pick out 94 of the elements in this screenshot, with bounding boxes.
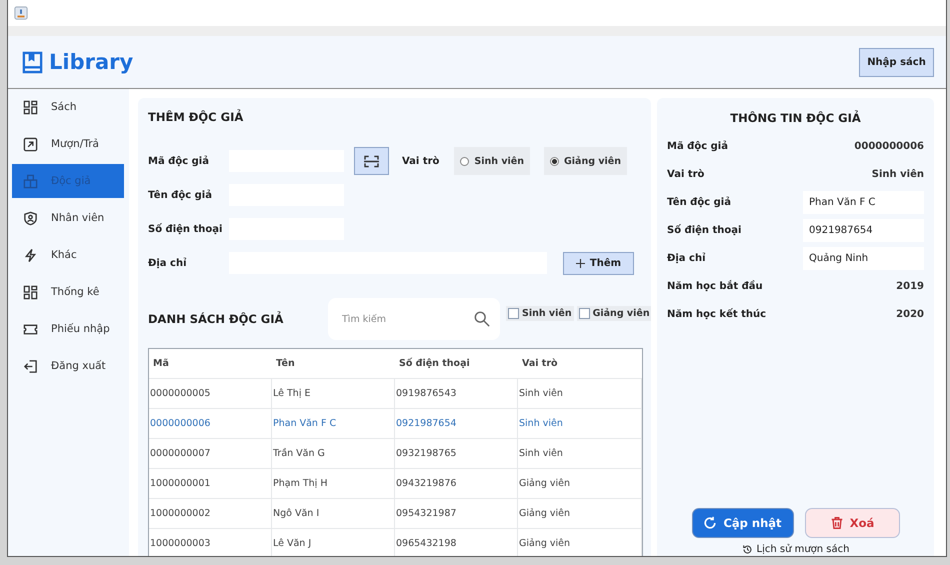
table-row[interactable]: 1000000001 Phạm Thị H 0943219876 Giảng viên bbox=[149, 469, 642, 499]
field-label: Địa chỉ bbox=[148, 258, 188, 268]
sidebar-item[interactable]: Nhân viên bbox=[12, 201, 124, 235]
field-label: Tên độc giả bbox=[148, 190, 213, 200]
table-cell: 0919876543 bbox=[395, 379, 518, 408]
table-cell: Sinh viên bbox=[518, 409, 642, 438]
grid-icon bbox=[23, 100, 38, 114]
table-row[interactable]: 0000000007 Trần Văn G 0932198765 Sinh viên bbox=[149, 439, 642, 469]
table-cell: Lê Thị E bbox=[272, 379, 395, 408]
table-cell: 1000000003 bbox=[149, 529, 272, 556]
info-label: Mã độc giả bbox=[667, 140, 728, 152]
info-value: 2019 bbox=[896, 280, 924, 292]
column-header: Tên bbox=[275, 357, 296, 371]
table-row[interactable]: 1000000002 Ngô Văn I 0954321987 Giảng viên bbox=[149, 499, 642, 529]
shield-person-icon bbox=[23, 210, 38, 226]
table-cell: 0921987654 bbox=[395, 409, 518, 438]
role-radio[interactable]: Giảng viên bbox=[544, 147, 627, 175]
table-cell: Trần Văn G bbox=[272, 439, 395, 468]
app-icon bbox=[14, 6, 28, 20]
refresh-icon bbox=[703, 516, 718, 530]
grid-icon bbox=[23, 284, 38, 300]
history-icon bbox=[742, 544, 752, 554]
field-label: Số điện thoại bbox=[148, 224, 224, 234]
input-field[interactable]: Quảng Ninh bbox=[803, 246, 924, 270]
table-row[interactable]: 0000000006 Phan Văn F C 0921987654 Sinh viên bbox=[149, 409, 642, 439]
book-icon bbox=[21, 50, 44, 74]
input-field[interactable]: 0921987654 bbox=[803, 218, 924, 242]
input-field[interactable]: Phan Văn F C bbox=[803, 190, 924, 214]
table-cell: 0932198765 bbox=[395, 439, 518, 468]
scan-button[interactable] bbox=[354, 147, 389, 175]
field-label: Mã độc giả bbox=[148, 156, 210, 166]
plus-icon bbox=[576, 258, 585, 268]
table-cell: Sinh viên bbox=[518, 439, 642, 468]
table-cell: Giảng viên bbox=[518, 499, 642, 528]
column-header: Mã bbox=[152, 357, 170, 371]
info-label: Vai trò bbox=[667, 168, 704, 180]
table-cell: 0965432198 bbox=[395, 529, 518, 556]
search-icon bbox=[474, 311, 490, 327]
info-title: THÔNG TIN ĐỘC GIẢ bbox=[729, 111, 862, 125]
info-label: Địa chỉ bbox=[667, 252, 706, 264]
sidebar-item[interactable]: Mượn/Trả bbox=[12, 127, 124, 161]
table-cell: Giảng viên bbox=[518, 529, 642, 556]
checkbox-label: Giảng viên bbox=[592, 308, 650, 318]
table-cell: 1000000001 bbox=[149, 469, 272, 498]
form-title: THÊM ĐỘC GIẢ bbox=[148, 110, 244, 124]
table-cell: Phan Văn F C bbox=[272, 409, 395, 438]
app-logo: Library bbox=[49, 50, 134, 74]
info-label: Tên độc giả bbox=[667, 196, 731, 208]
table-cell: 0000000005 bbox=[149, 379, 272, 408]
info-label: Năm học kết thúc bbox=[667, 308, 766, 320]
role-radio[interactable]: Sinh viên bbox=[454, 147, 530, 175]
info-value: 2020 bbox=[896, 308, 924, 320]
scan-icon bbox=[362, 154, 380, 168]
filter-checkbox[interactable]: Sinh viên bbox=[506, 306, 574, 320]
table-cell: 0954321987 bbox=[395, 499, 518, 528]
table-cell: Ngô Văn I bbox=[272, 499, 395, 528]
filter-checkbox[interactable]: Giảng viên bbox=[576, 306, 651, 320]
info-value: Sinh viên bbox=[872, 168, 924, 180]
history-link[interactable]: Lịch sử mượn sách bbox=[667, 543, 924, 556]
import-books-button[interactable]: Nhập sách bbox=[859, 48, 934, 76]
list-title: DANH SÁCH ĐỘC GIẢ bbox=[148, 312, 284, 326]
sidebar-item[interactable]: Sách bbox=[12, 90, 124, 124]
sidebar-item[interactable]: Thống kê bbox=[12, 275, 124, 309]
table-cell: Sinh viên bbox=[518, 379, 642, 408]
trash-icon bbox=[830, 516, 844, 530]
table-cell: 0000000007 bbox=[149, 439, 272, 468]
info-label: Số điện thoại bbox=[667, 224, 742, 236]
radio-label: Sinh viên bbox=[474, 156, 524, 166]
delete-button[interactable]: Xoá bbox=[804, 508, 900, 538]
update-button[interactable]: Cập nhật bbox=[692, 508, 794, 538]
ticket-icon bbox=[23, 322, 38, 336]
table-cell: Giảng viên bbox=[518, 469, 642, 498]
sidebar-item[interactable]: Phiếu nhập bbox=[12, 312, 124, 346]
radio-label: Giảng viên bbox=[564, 156, 621, 166]
lightning-icon bbox=[23, 248, 38, 262]
arrow-square-icon bbox=[23, 136, 38, 152]
table-cell: Phạm Thị H bbox=[272, 469, 395, 498]
table-cell: 1000000002 bbox=[149, 499, 272, 528]
info-value: 0000000006 bbox=[854, 140, 924, 152]
search-field[interactable]: Tìm kiếm bbox=[328, 298, 500, 340]
info-label: Năm học bắt đầu bbox=[667, 280, 763, 292]
role-label: Vai trò bbox=[402, 156, 440, 166]
logout-icon bbox=[23, 358, 38, 374]
sidebar-item[interactable]: Khác bbox=[12, 238, 124, 272]
add-button[interactable]: Thêm bbox=[563, 252, 634, 274]
sidebar-item[interactable]: Đăng xuất bbox=[12, 349, 124, 383]
table-row[interactable]: 1000000003 Lê Văn J 0965432198 Giảng viên bbox=[149, 529, 642, 556]
table-cell: Lê Văn J bbox=[272, 529, 395, 556]
table-cell: 0943219876 bbox=[395, 469, 518, 498]
column-header: Số điện thoại bbox=[398, 356, 471, 371]
column-header: Vai trò bbox=[521, 357, 559, 371]
table-cell: 0000000006 bbox=[149, 409, 272, 438]
checkbox-label: Sinh viên bbox=[522, 308, 572, 318]
table-row[interactable]: 0000000005 Lê Thị E 0919876543 Sinh viên bbox=[149, 379, 642, 409]
